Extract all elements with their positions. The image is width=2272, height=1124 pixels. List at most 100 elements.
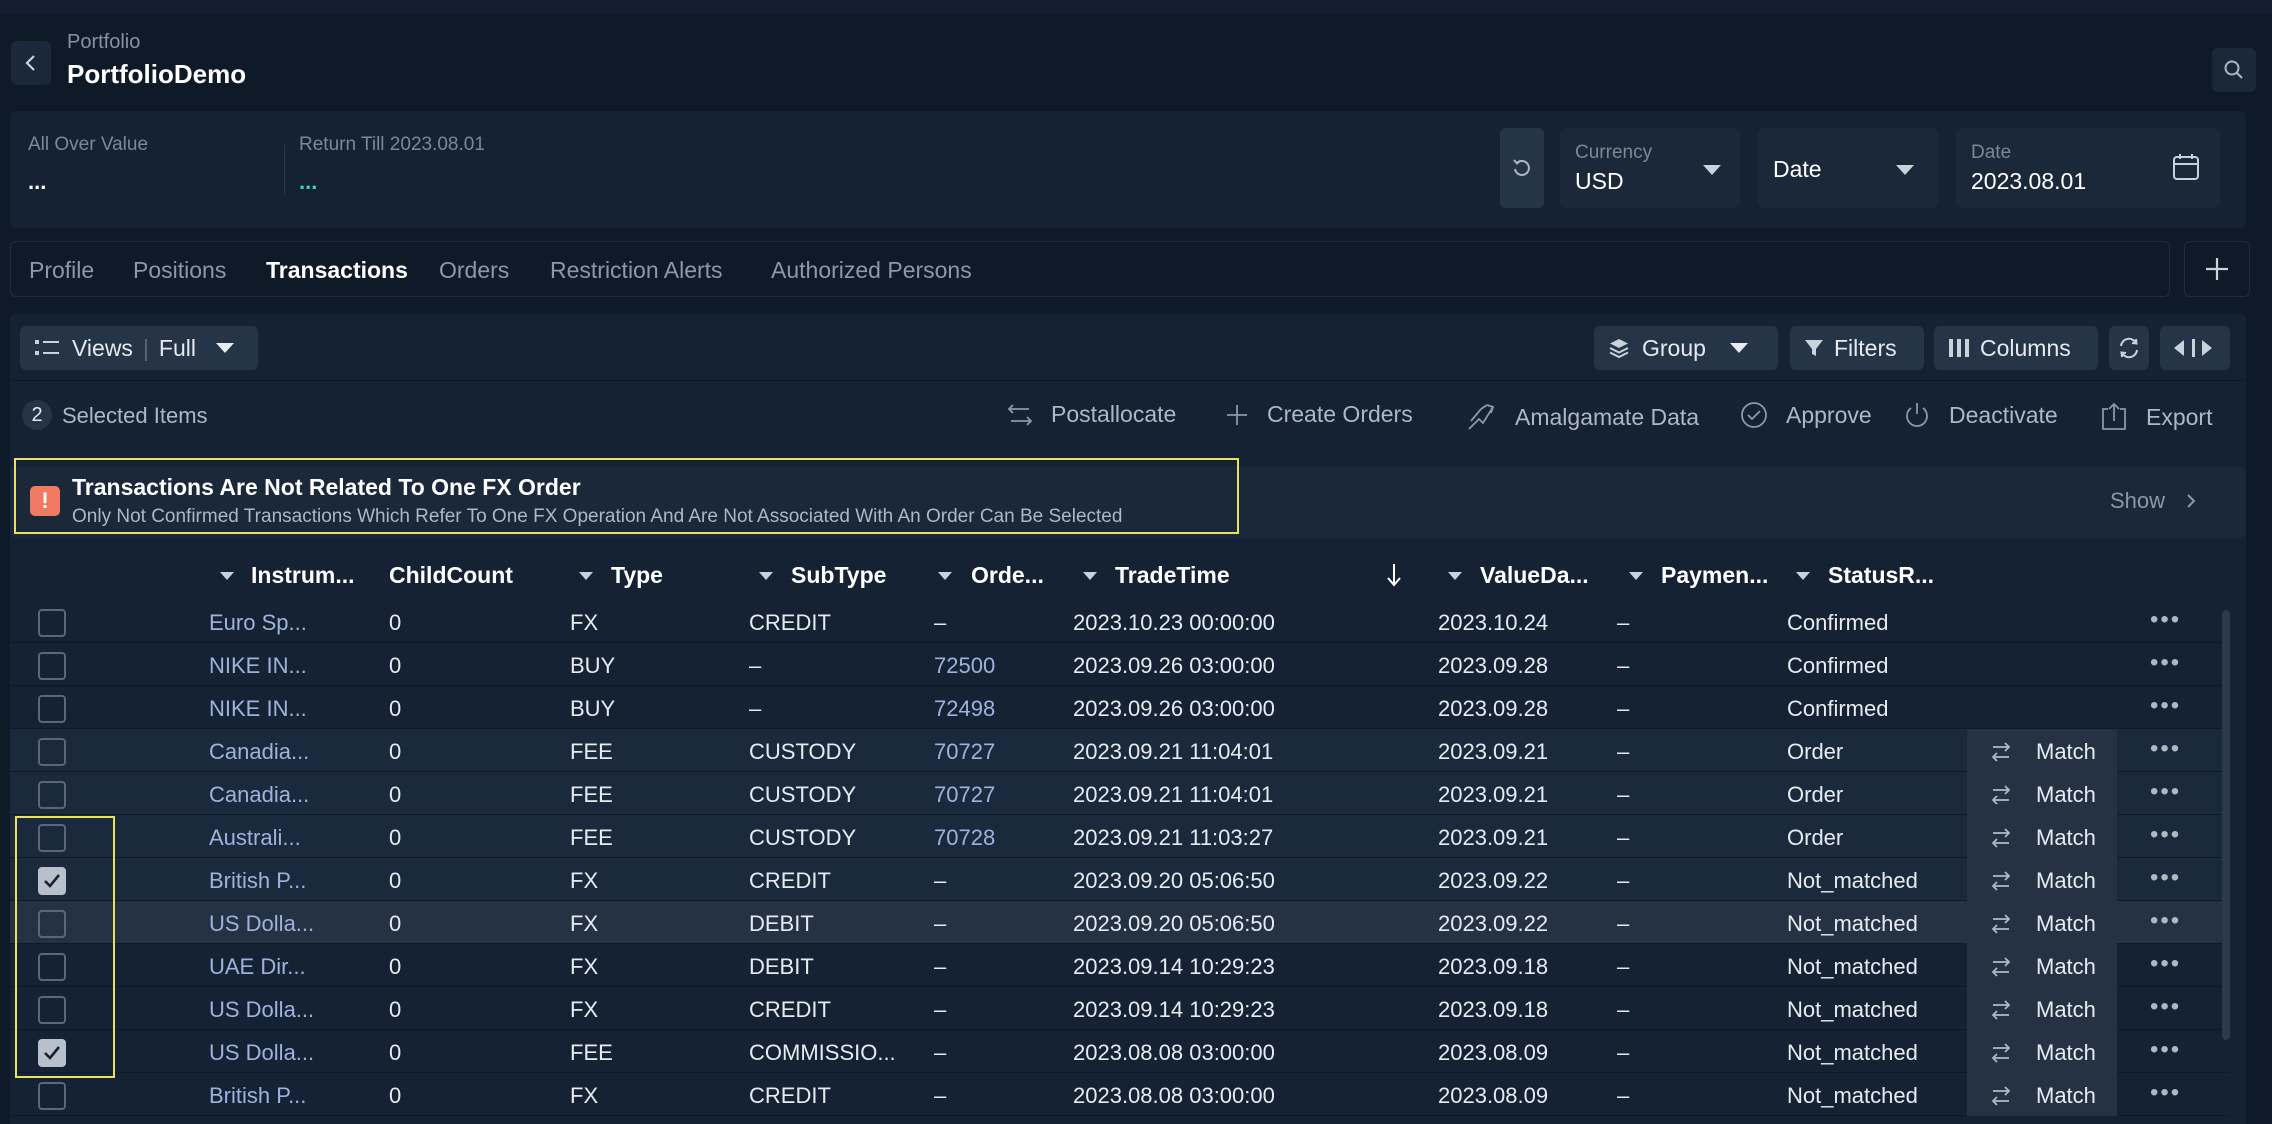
- column-header-childcount[interactable]: ChildCount: [389, 562, 513, 589]
- row-checkbox[interactable]: [38, 1082, 66, 1110]
- more-options-icon[interactable]: •••: [2150, 993, 2181, 1021]
- cell-order[interactable]: 70727: [934, 782, 995, 808]
- more-options-icon[interactable]: •••: [2150, 606, 2181, 634]
- panel-toggle-button[interactable]: [2160, 326, 2230, 370]
- calendar-icon[interactable]: [2171, 152, 2201, 182]
- column-header-status[interactable]: StatusR...: [1828, 562, 1934, 589]
- match-button[interactable]: Match: [1990, 997, 2096, 1023]
- cell-instrument[interactable]: British P...: [209, 868, 306, 894]
- cell-instrument[interactable]: Canadia...: [209, 782, 309, 808]
- column-header-valuedate[interactable]: ValueDa...: [1480, 562, 1589, 589]
- columns-button[interactable]: Columns: [1934, 326, 2098, 370]
- more-options-icon[interactable]: •••: [2150, 907, 2181, 935]
- tab-restriction-alerts[interactable]: Restriction Alerts: [550, 257, 723, 284]
- more-options-icon[interactable]: •••: [2150, 778, 2181, 806]
- postallocate-button[interactable]: Postallocate: [1007, 401, 1176, 428]
- tab-profile[interactable]: Profile: [29, 257, 94, 284]
- more-options-icon[interactable]: •••: [2150, 692, 2181, 720]
- export-button[interactable]: Export: [2100, 401, 2212, 433]
- sort-caret-icon[interactable]: [759, 572, 773, 580]
- table-row[interactable]: Canadia... 0 FEE CUSTODY 70727 2023.09.21 11:…: [10, 772, 2230, 815]
- group-button[interactable]: Group: [1594, 326, 1778, 370]
- refresh-button[interactable]: [2109, 326, 2149, 370]
- cell-instrument[interactable]: NIKE IN...: [209, 653, 307, 679]
- more-options-icon[interactable]: •••: [2150, 1036, 2181, 1064]
- cell-instrument[interactable]: NIKE IN...: [209, 696, 307, 722]
- approve-button[interactable]: Approve: [1740, 401, 1872, 429]
- tab-authorized-persons[interactable]: Authorized Persons: [771, 257, 972, 284]
- table-row[interactable]: NIKE IN... 0 BUY – 72500 2023.09.26 03:00:00 2…: [10, 643, 2230, 686]
- more-options-icon[interactable]: •••: [2150, 821, 2181, 849]
- match-button[interactable]: Match: [1990, 911, 2096, 937]
- column-header-type[interactable]: Type: [611, 562, 663, 589]
- more-options-icon[interactable]: •••: [2150, 1079, 2181, 1107]
- sort-descending-icon[interactable]: [1385, 562, 1403, 588]
- cell-order[interactable]: 72500: [934, 653, 995, 679]
- column-header-payment[interactable]: Paymen...: [1661, 562, 1768, 589]
- date-field[interactable]: Date 2023.08.01: [1956, 128, 2220, 208]
- sort-caret-icon[interactable]: [938, 572, 952, 580]
- sort-caret-icon[interactable]: [1629, 572, 1643, 580]
- more-options-icon[interactable]: •••: [2150, 950, 2181, 978]
- match-button[interactable]: Match: [1990, 1083, 2096, 1109]
- cell-instrument[interactable]: US Dolla...: [209, 997, 314, 1023]
- table-row[interactable]: Australi... 0 FEE CUSTODY 70728 2023.09.21 11…: [10, 815, 2230, 858]
- column-header-instrument[interactable]: Instrum...: [251, 562, 355, 589]
- back-button[interactable]: [11, 41, 51, 85]
- match-button[interactable]: Match: [1990, 782, 2096, 808]
- more-options-icon[interactable]: •••: [2150, 864, 2181, 892]
- row-checkbox[interactable]: [38, 738, 66, 766]
- cell-instrument[interactable]: Australi...: [209, 825, 301, 851]
- tab-orders[interactable]: Orders: [439, 257, 509, 284]
- views-button[interactable]: Views | Full: [20, 326, 258, 370]
- table-row[interactable]: UAE Dir... 0 FX DEBIT – 2023.09.14 10:29:23 20…: [10, 944, 2230, 987]
- match-button[interactable]: Match: [1990, 1040, 2096, 1066]
- table-row[interactable]: Canadia... 0 FEE CUSTODY 70727 2023.09.21 11:…: [10, 729, 2230, 772]
- alert-show-button[interactable]: Show: [2110, 488, 2197, 514]
- table-row[interactable]: British P... 0 FX CREDIT – 2023.08.08 03:00:0…: [10, 1073, 2230, 1116]
- cell-instrument[interactable]: US Dolla...: [209, 911, 314, 937]
- vertical-scrollbar[interactable]: [2222, 610, 2230, 1040]
- match-button[interactable]: Match: [1990, 825, 2096, 851]
- breadcrumb[interactable]: Portfolio: [67, 31, 140, 54]
- more-options-icon[interactable]: •••: [2150, 649, 2181, 677]
- row-checkbox[interactable]: [38, 695, 66, 723]
- table-row[interactable]: NIKE IN... 0 BUY – 72498 2023.09.26 03:00:00 2…: [10, 686, 2230, 729]
- amalgamate-data-button[interactable]: Amalgamate Data: [1465, 401, 1699, 433]
- table-row[interactable]: US Dolla... 0 FEE COMMISSIO... – 2023.08.08 0…: [10, 1030, 2230, 1073]
- match-button[interactable]: Match: [1990, 739, 2096, 765]
- cell-instrument[interactable]: UAE Dir...: [209, 954, 306, 980]
- table-row[interactable]: US Dolla... 0 FX CREDIT – 2023.09.14 10:29:23…: [10, 987, 2230, 1030]
- column-header-tradetime[interactable]: TradeTime: [1115, 562, 1230, 589]
- reset-button[interactable]: [1500, 128, 1544, 208]
- table-row[interactable]: Euro Sp... 0 FX CREDIT – 2023.10.23 00:00:00 2…: [10, 600, 2230, 643]
- cell-instrument[interactable]: Euro Sp...: [209, 610, 307, 636]
- tab-transactions[interactable]: Transactions: [266, 257, 408, 284]
- column-header-order[interactable]: Orde...: [971, 562, 1044, 589]
- cell-order[interactable]: 72498: [934, 696, 995, 722]
- sort-caret-icon[interactable]: [579, 572, 593, 580]
- row-checkbox[interactable]: [38, 652, 66, 680]
- more-options-icon[interactable]: •••: [2150, 735, 2181, 763]
- tab-positions[interactable]: Positions: [133, 257, 226, 284]
- sort-caret-icon[interactable]: [1083, 572, 1097, 580]
- table-row[interactable]: British P... 0 FX CREDIT – 2023.09.20 05:06:5…: [10, 858, 2230, 901]
- column-header-subtype[interactable]: SubType: [791, 562, 886, 589]
- currency-select[interactable]: Currency USD: [1560, 128, 1740, 208]
- create-orders-button[interactable]: Create Orders: [1225, 401, 1413, 428]
- match-button[interactable]: Match: [1990, 954, 2096, 980]
- sort-caret-icon[interactable]: [220, 572, 234, 580]
- cell-order[interactable]: 70727: [934, 739, 995, 765]
- cell-instrument[interactable]: British P...: [209, 1083, 306, 1109]
- row-checkbox[interactable]: [38, 609, 66, 637]
- add-tab-button[interactable]: [2184, 241, 2250, 297]
- sort-caret-icon[interactable]: [1448, 572, 1462, 580]
- date-mode-select[interactable]: Date: [1758, 128, 1938, 208]
- cell-instrument[interactable]: US Dolla...: [209, 1040, 314, 1066]
- search-button[interactable]: [2212, 48, 2256, 92]
- row-checkbox[interactable]: [38, 781, 66, 809]
- cell-instrument[interactable]: Canadia...: [209, 739, 309, 765]
- table-row[interactable]: US Dolla... 0 FX DEBIT – 2023.09.20 05:06:50 2…: [10, 901, 2230, 944]
- deactivate-button[interactable]: Deactivate: [1903, 401, 2058, 429]
- match-button[interactable]: Match: [1990, 868, 2096, 894]
